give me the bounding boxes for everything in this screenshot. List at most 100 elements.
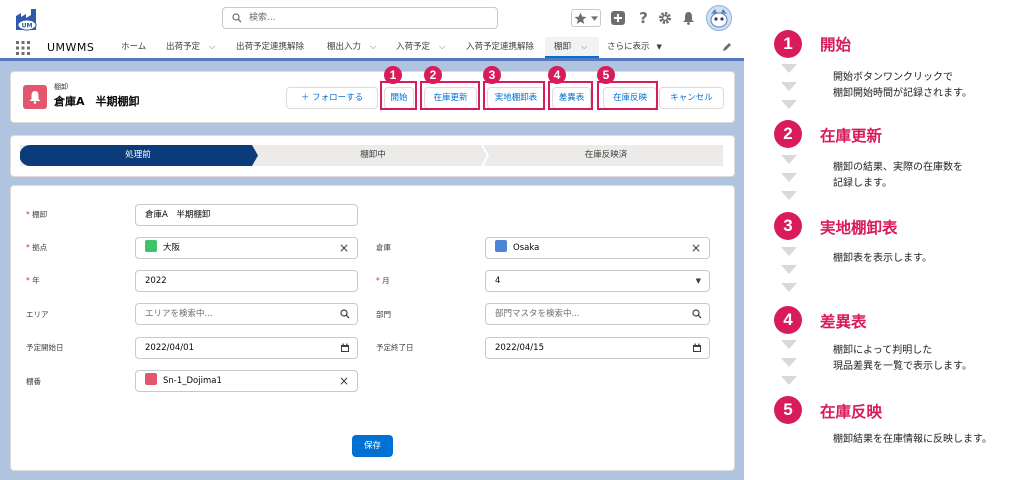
nav-label: 入荷予定 — [396, 42, 431, 52]
nav-item-shelf-out[interactable]: 棚出入力 ⌵ — [327, 37, 376, 58]
chevron-down-icon[interactable]: ⌵ — [581, 42, 587, 52]
step-desc-1: 開始ボタンワンクリックで 棚卸開始時間が記録されます。 — [833, 72, 972, 99]
cancel-button[interactable]: キャンセル — [659, 87, 724, 109]
chevron-down-icon[interactable]: ⌵ — [370, 42, 376, 52]
nav-label: さらに表示 — [607, 42, 650, 52]
nav-item-more[interactable]: さらに表示 ▼ — [607, 37, 662, 58]
app-launcher-icon[interactable] — [16, 41, 30, 55]
down-arrow-icon — [781, 173, 797, 182]
path-stage-label[interactable]: 処理前 — [20, 145, 256, 166]
path-stage-label[interactable]: 棚卸中 — [260, 145, 486, 166]
nav-label: 棚出入力 — [327, 42, 362, 52]
nav-label: 入荷予定連携解除 — [466, 42, 535, 52]
bell-icon[interactable] — [682, 11, 695, 25]
close-icon[interactable]: × — [339, 238, 349, 258]
highlight-update-stock — [420, 81, 480, 110]
nav-label: ホーム — [121, 42, 147, 52]
step-desc-3: 棚卸表を表示します。 — [833, 253, 932, 264]
down-arrow-icon — [781, 82, 797, 91]
salesforce-app: UM 検索... ? UMWMS ホーム 出荷予定 ⌵ 出荷予定連携解除 棚出入力… — [0, 0, 744, 480]
highlight-diff-sheet — [548, 81, 593, 110]
close-icon[interactable]: × — [691, 238, 701, 258]
umwms-logo: UM — [16, 9, 37, 31]
star-icon — [574, 12, 587, 24]
global-header: UM 検索... ? — [0, 0, 744, 37]
step-title-4: 差異表 — [820, 313, 867, 331]
step-badge-3: 3 — [483, 66, 501, 84]
search-icon — [692, 309, 702, 319]
record-title: 倉庫A 半期棚卸 — [54, 95, 140, 108]
step-title-2: 在庫更新 — [820, 127, 883, 145]
step-badge-2: 2 — [424, 66, 442, 84]
lookup-value: 大阪 — [163, 243, 181, 253]
search-icon — [340, 309, 350, 319]
date-value: 2022/04/01 — [145, 343, 194, 353]
souko-lookup[interactable]: Osaka × — [485, 237, 710, 259]
kyoten-lookup[interactable]: 大阪 × — [135, 237, 358, 259]
field-label: 予定開始日 — [26, 343, 64, 352]
date-value: 2022/04/15 — [495, 343, 544, 353]
input-placeholder: エリアを検索中... — [145, 309, 213, 319]
chevron-down-icon[interactable]: ⌵ — [439, 42, 445, 52]
down-arrow-icon — [781, 376, 797, 385]
chevron-down-icon[interactable]: ⌵ — [209, 42, 215, 52]
edit-nav-icon[interactable] — [722, 42, 732, 52]
calendar-icon[interactable] — [340, 343, 350, 353]
favorites-button[interactable] — [571, 9, 601, 27]
nav-item-receiving-plan[interactable]: 入荷予定 ⌵ — [396, 37, 445, 58]
step-desc-5: 棚卸結果を在庫情報に反映します。 — [833, 434, 992, 445]
path-stage-label[interactable]: 在庫反映済 — [490, 145, 722, 166]
chevron-down-icon[interactable]: ▼ — [657, 43, 662, 51]
month-select[interactable]: 4 ▼ — [485, 270, 710, 292]
nav-label: 出荷予定 — [166, 42, 201, 52]
area-lookup[interactable]: エリアを検索中... — [135, 303, 358, 325]
save-button[interactable]: 保存 — [352, 435, 393, 457]
step-title-3: 実地棚卸表 — [820, 219, 898, 237]
gear-icon[interactable] — [658, 11, 672, 25]
down-arrow-icon — [781, 191, 797, 200]
field-label: エリア — [26, 310, 49, 319]
field-label: * 月 — [376, 276, 390, 285]
end-date-input[interactable]: 2022/04/15 — [485, 337, 710, 359]
nav-item-receiving-unlink[interactable]: 入荷予定連携解除 — [466, 37, 534, 58]
down-arrow-icon — [781, 358, 797, 367]
step-desc-2: 棚卸の結果、実際の在庫数を 記録します。 — [833, 162, 963, 189]
down-arrow-icon — [781, 100, 797, 109]
step-number-5: 5 — [774, 396, 802, 424]
field-label: 倉庫 — [376, 243, 391, 252]
bell-icon — [29, 91, 41, 104]
year-input[interactable]: 2022 — [135, 270, 358, 292]
global-search-input[interactable]: 検索... — [222, 7, 498, 29]
field-label: 棚番 — [26, 377, 41, 386]
highlight-start — [380, 81, 417, 110]
close-icon[interactable]: × — [339, 371, 349, 391]
nav-label: 出荷予定連携解除 — [236, 42, 305, 52]
bumon-lookup[interactable]: 部門マスタを検索中... — [485, 303, 710, 325]
nav-item-inventory-count[interactable]: 棚卸 ⌵ — [545, 37, 599, 58]
calendar-icon[interactable] — [692, 343, 702, 353]
lookup-value: Sn-1_Dojima1 — [163, 376, 222, 386]
nav-item-shipping-unlink[interactable]: 出荷予定連携解除 — [236, 37, 304, 58]
step-number-1: 1 — [774, 30, 802, 58]
tanaoroshi-name-input[interactable]: 倉庫A 半期棚卸 — [135, 204, 358, 226]
object-label: 棚卸 — [54, 83, 68, 91]
help-icon[interactable]: ? — [638, 10, 649, 26]
chevron-down-icon[interactable]: ▼ — [696, 271, 701, 291]
nav-item-shipping-plan[interactable]: 出荷予定 ⌵ — [166, 37, 215, 58]
nav-item-home[interactable]: ホーム — [121, 37, 146, 58]
shelf-record-icon — [145, 373, 157, 385]
record-type-icon — [23, 85, 47, 109]
nav-label: 棚卸 — [554, 42, 572, 52]
input-placeholder: 部門マスタを検索中... — [495, 309, 580, 319]
start-date-input[interactable]: 2022/04/01 — [135, 337, 358, 359]
field-label: * 年 — [26, 276, 40, 285]
follow-button[interactable]: ＋ フォローする — [286, 87, 378, 109]
down-arrow-icon — [781, 283, 797, 292]
field-label: * 拠点 — [26, 243, 48, 252]
app-nav-bar: UMWMS ホーム 出荷予定 ⌵ 出荷予定連携解除 棚出入力 ⌵ 入荷予定 ⌵ 入荷予… — [0, 37, 744, 61]
tanaban-lookup[interactable]: Sn-1_Dojima1 × — [135, 370, 358, 392]
step-badge-4: 4 — [548, 66, 566, 84]
avatar[interactable] — [706, 5, 732, 31]
record-form — [10, 185, 735, 471]
global-actions-icon[interactable] — [611, 11, 625, 25]
